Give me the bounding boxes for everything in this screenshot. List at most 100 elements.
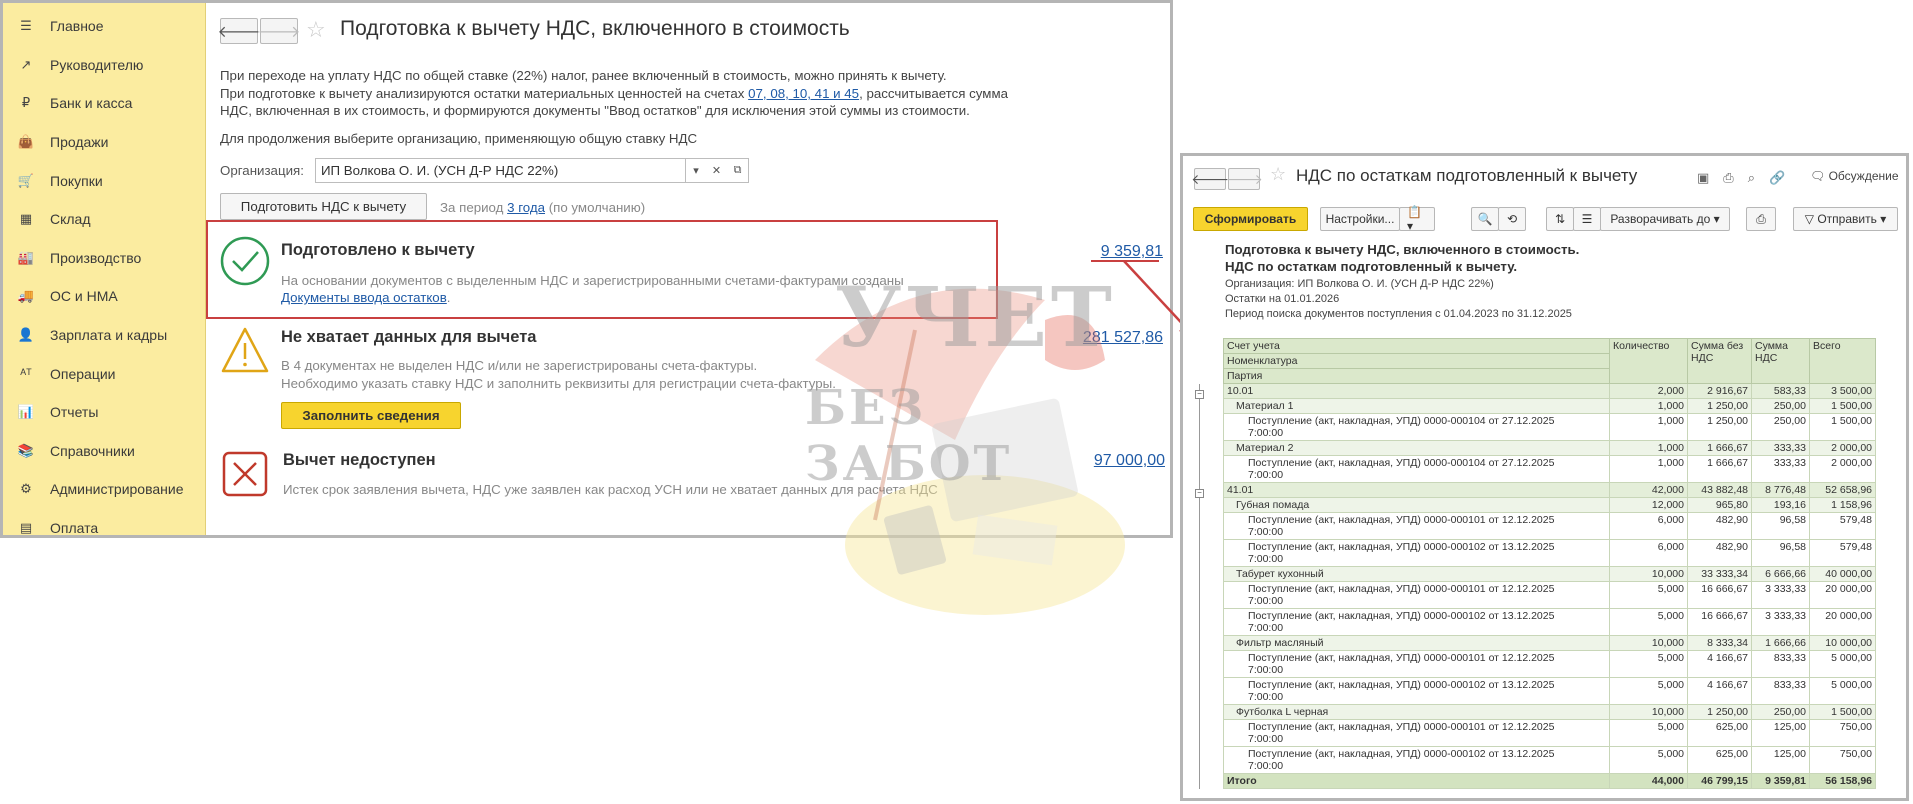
settings-button[interactable]: Настройки...	[1320, 207, 1400, 231]
sidebar-item[interactable]: 🛒 Покупки	[3, 161, 205, 200]
table-row[interactable]: Футболка L черная 10,000 1 250,00 250,00 1 5…	[1223, 704, 1876, 720]
report-forward-button[interactable]: 🡒	[1225, 168, 1263, 190]
organization-field[interactable]: ИП Волкова О. И. (УСН Д-Р НДС 22%)	[315, 158, 701, 183]
total-label: Итого	[1223, 773, 1610, 789]
report-back-button[interactable]: 🡐	[1191, 168, 1229, 190]
table-row[interactable]: Поступление (акт, накладная, УПД) 0000-0…	[1223, 455, 1876, 483]
cell-vat: 125,00	[1751, 719, 1810, 747]
table-row[interactable]: Поступление (акт, накладная, УПД) 0000-0…	[1223, 677, 1876, 705]
table-row[interactable]: Поступление (акт, накладная, УПД) 0000-0…	[1223, 539, 1876, 567]
cell-net: 1 250,00	[1687, 413, 1752, 441]
table-row[interactable]: Поступление (акт, накладная, УПД) 0000-0…	[1223, 746, 1876, 774]
row-time-text: 7:00:00	[1248, 427, 1284, 439]
cell-net: 4 166,67	[1687, 650, 1752, 678]
group-icon[interactable]: ☰	[1573, 207, 1601, 231]
table-row[interactable]: Поступление (акт, накладная, УПД) 0000-0…	[1223, 608, 1876, 636]
cell-total: 10 000,00	[1809, 635, 1876, 651]
clear-icon[interactable]: ✕	[706, 158, 728, 183]
cell-quantity: 5,000	[1609, 677, 1688, 705]
table-row[interactable]: Поступление (акт, накладная, УПД) 0000-0…	[1223, 512, 1876, 540]
table-row[interactable]: Фильтр масляный 10,000 8 333,34 1 666,66 10 …	[1223, 635, 1876, 651]
preview-icon[interactable]: ⌕	[1748, 170, 1755, 186]
sidebar-item[interactable]: 👜 Продажи	[3, 123, 205, 162]
search-icon[interactable]: 🔍	[1471, 207, 1499, 231]
cell-quantity: 1,000	[1609, 455, 1688, 483]
row-name-text: Поступление (акт, накладная, УПД) 0000-0…	[1248, 610, 1555, 622]
table-row[interactable]: 10.01 2,000 2 916,67 583,33 3 500,00	[1223, 383, 1876, 399]
table-row[interactable]: 41.01 42,000 43 882,48 8 776,48 52 658,96	[1223, 482, 1876, 498]
table-row[interactable]: Поступление (акт, накладная, УПД) 0000-0…	[1223, 650, 1876, 678]
opening-balance-docs-link[interactable]: Документы ввода остатков	[281, 290, 447, 305]
amount-prepared[interactable]: 9 359,81	[1063, 243, 1163, 261]
collapse-toggle-icon[interactable]: −	[1195, 389, 1204, 399]
sidebar-item[interactable]: ▤ Оплата	[3, 509, 205, 548]
expand-to-dropdown[interactable]: Разворачивать до ▾	[1600, 207, 1730, 231]
print-button-icon[interactable]: ⎙	[1746, 207, 1776, 231]
cell-total: 2 000,00	[1809, 455, 1876, 483]
fill-details-button[interactable]: Заполнить сведения	[281, 402, 461, 429]
sidebar-item[interactable]: 🚚 ОС и НМА	[3, 277, 205, 316]
cell-net: 16 666,67	[1687, 608, 1752, 636]
accounts-link[interactable]: 07, 08, 10, 41 и 45	[748, 86, 859, 101]
cell-net: 625,00	[1687, 746, 1752, 774]
cell-vat: 96,58	[1751, 512, 1810, 540]
table-row[interactable]: Поступление (акт, накладная, УПД) 0000-0…	[1223, 581, 1876, 609]
sidebar-item[interactable]: 📊 Отчеты	[3, 393, 205, 432]
cell-total: 1 500,00	[1809, 704, 1876, 720]
table-row[interactable]: Поступление (акт, накладная, УПД) 0000-0…	[1223, 719, 1876, 747]
favorite-star-icon[interactable]: ☆	[306, 17, 326, 43]
sidebar-item[interactable]: 🏭 Производство	[3, 239, 205, 278]
table-row[interactable]: Поступление (акт, накладная, УПД) 0000-0…	[1223, 413, 1876, 441]
cell-quantity: 1,000	[1609, 440, 1688, 456]
table-row[interactable]: Губная помада 12,000 965,80 193,16 1 158,96	[1223, 497, 1876, 513]
dropdown-arrow-icon[interactable]: ▾	[685, 158, 707, 183]
cell-net: 16 666,67	[1687, 581, 1752, 609]
total-vat: 9 359,81	[1751, 773, 1810, 789]
amount-unavailable[interactable]: 97 000,00	[1053, 452, 1165, 470]
prepare-vat-button[interactable]: Подготовить НДС к вычету	[220, 193, 427, 220]
back-button[interactable]: 🡐	[218, 18, 260, 44]
sort-icon[interactable]: ⇅	[1546, 207, 1574, 231]
period-link[interactable]: 3 года	[507, 200, 545, 215]
cell-net: 33 333,34	[1687, 566, 1752, 582]
open-icon[interactable]: ⧉	[727, 158, 749, 183]
collapse-toggle-icon[interactable]: −	[1195, 488, 1204, 498]
table-row[interactable]: Табурет кухонный 10,000 33 333,34 6 666,66 4…	[1223, 566, 1876, 582]
table-row[interactable]: Материал 1 1,000 1 250,00 250,00 1 500,00	[1223, 398, 1876, 414]
table-row[interactable]: Материал 2 1,000 1 666,67 333,33 2 000,00	[1223, 440, 1876, 456]
sidebar-item[interactable]: 📚 Справочники	[3, 432, 205, 471]
cell-net: 482,90	[1687, 512, 1752, 540]
report-favorite-star-icon[interactable]: ☆	[1270, 164, 1286, 185]
sidebar-item[interactable]: ⚙ Администрирование	[3, 470, 205, 509]
cell-quantity: 10,000	[1609, 566, 1688, 582]
shopping-bag-icon: 👜	[17, 134, 35, 150]
sidebar-item[interactable]: ☰ Главное	[3, 7, 205, 46]
sidebar-item[interactable]: ▦ Склад	[3, 200, 205, 239]
save-icon[interactable]: ▣	[1697, 170, 1709, 186]
send-dropdown[interactable]: ▽ Отправить ▾	[1793, 207, 1898, 231]
gear-icon: ⚙	[20, 481, 32, 497]
description-line-2: При подготовке к вычету анализируются ос…	[220, 86, 1008, 101]
sidebar-item-label: ОС и НМА	[50, 288, 118, 305]
cell-total: 5 000,00	[1809, 677, 1876, 705]
variants-dropdown-icon[interactable]: 📋▾	[1399, 205, 1435, 233]
link-icon[interactable]: 🔗	[1769, 170, 1785, 186]
search-clear-icon[interactable]: ⟲	[1498, 207, 1526, 231]
row-name: Поступление (акт, накладная, УПД) 0000-0…	[1223, 455, 1610, 483]
print-icon[interactable]: ⎙	[1723, 170, 1733, 186]
factory-icon: 🏭	[17, 249, 35, 265]
sidebar-item[interactable]: ᴬᵀ Операции	[3, 354, 205, 393]
row-time-text: 7:00:00	[1248, 733, 1284, 745]
row-name-text: Поступление (акт, накладная, УПД) 0000-0…	[1248, 679, 1555, 691]
amount-missing[interactable]: 281 527,86	[1043, 329, 1163, 347]
sidebar-item[interactable]: ↗ Руководителю	[3, 46, 205, 85]
forward-button[interactable]: 🡒	[258, 18, 300, 44]
sidebar-item-label: Операции	[50, 365, 116, 382]
sidebar-item[interactable]: ₽ Банк и касса	[3, 84, 205, 123]
sidebar-item[interactable]: 👤 Зарплата и кадры	[3, 316, 205, 355]
sidebar-item-label: Склад	[50, 211, 91, 228]
generate-button[interactable]: Сформировать	[1193, 207, 1308, 231]
row-name: Фильтр масляный	[1223, 635, 1610, 651]
discussion-button[interactable]: 🗨 Обсуждение	[1810, 169, 1899, 183]
tree-guide-line	[1199, 384, 1200, 789]
